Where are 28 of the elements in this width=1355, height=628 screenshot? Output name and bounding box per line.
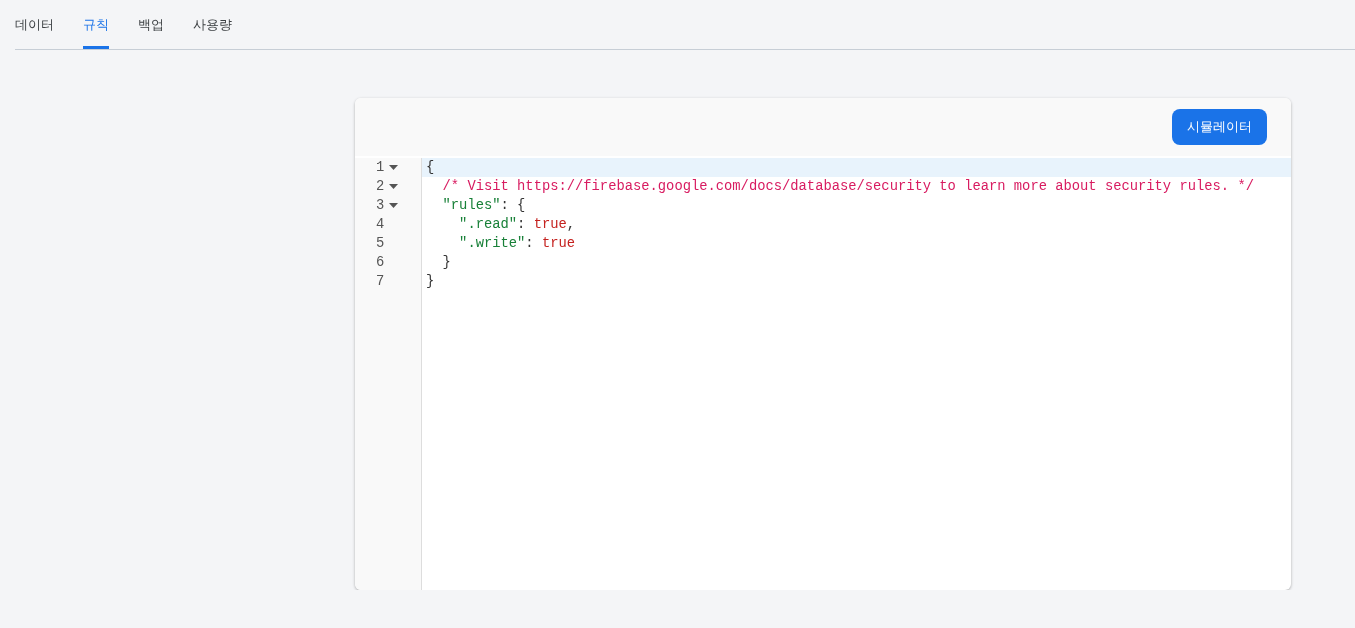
line-number: 3 [376,197,386,215]
tab[interactable]: 데이터 [15,0,54,49]
code-punctuation: , [566,216,576,234]
code-comment: /* Visit https://firebase.google.com/docs/database/security to learn more about security rules. */ [441,178,1254,196]
fold-caret-icon[interactable] [389,184,398,189]
tab[interactable]: 사용량 [193,0,232,49]
simulator-button[interactable]: 시뮬레이터 [1172,109,1267,145]
code-value: true [533,216,567,234]
line-number: 5 [376,235,386,253]
code-punctuation: } [426,273,435,291]
line-number: 6 [376,254,386,272]
code-punctuation: { [426,159,435,177]
fold-caret-icon[interactable] [389,203,398,208]
code-value: true [541,235,576,253]
line-number: 2 [376,178,386,196]
code-key: ".write" [426,234,526,253]
code-punctuation: } [441,254,451,272]
tab[interactable]: 규칙 [83,0,109,49]
code-punctuation: : [525,235,535,253]
code-punctuation: : { [500,197,526,215]
line-number: 1 [376,159,386,177]
tab[interactable]: 백업 [138,0,164,49]
line-number: 7 [376,273,386,291]
code-key: ".read" [426,215,518,234]
code-key: "rules" [426,196,501,215]
fold-caret-icon[interactable] [389,165,398,170]
code-punctuation: : [517,216,527,234]
line-number: 4 [376,216,386,234]
